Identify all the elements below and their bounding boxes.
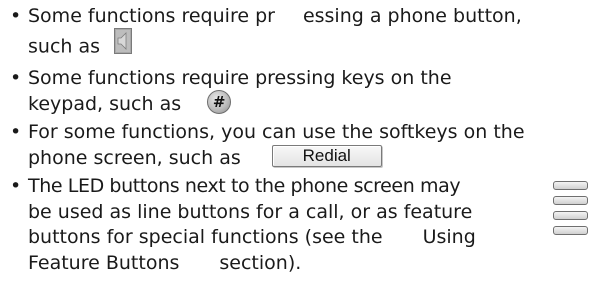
hash-key-icon: # [207,90,232,114]
text-line: The LED buttons next to the phone screen… [28,175,461,197]
text-fragment: Some functions require pr [28,5,275,27]
list-item-softkeys: • For some functions, you can use the so… [8,120,548,171]
text-fragment: keypad, such as [28,92,182,115]
redial-softkey-button: Redial [271,145,382,167]
bullet-marker: • [10,67,22,89]
led-button-icon [553,181,588,190]
text-fragment: section). [219,251,302,274]
speaker-icon [114,27,133,62]
text-line: be used as line buttons for a call, or a… [28,200,473,223]
text-line: Some functions require pr essing a phone … [28,4,548,30]
led-button-icon [553,211,588,220]
list-item-keypad: • Some functions require pressing keys o… [8,66,548,117]
text-line: phone screen, such as Redial [28,145,548,172]
text-line: Feature Buttons section). [28,251,548,277]
text-line: For some functions, you can use the soft… [28,121,525,143]
text-fragment: buttons for special functions (see the [28,226,383,248]
led-buttons-illustration [553,181,589,241]
list-item-led-buttons: • The LED buttons next to the phone scre… [8,174,548,276]
text-line: buttons for special functions (see the Us… [28,225,548,251]
led-button-icon [553,196,588,205]
text-line: Some functions require pressing keys on … [28,67,452,89]
list-item-phone-button: • Some functions require pr essing a phon… [8,4,548,63]
feature-buttons-link: Feature Buttons [28,251,180,274]
text-line: such as [28,27,548,64]
feature-buttons-link: Using [422,226,476,248]
text-line: keypad, such as # [28,90,548,118]
bullet-marker: • [10,175,22,197]
instruction-list: • Some functions require pr essing a phon… [8,4,548,279]
text-fragment: phone screen, such as [28,146,241,169]
bullet-marker: • [10,121,22,143]
text-fragment: such as [28,34,101,57]
led-button-icon [553,226,588,235]
text-fragment: essing a phone button, [302,5,522,27]
bullet-marker: • [10,5,22,27]
